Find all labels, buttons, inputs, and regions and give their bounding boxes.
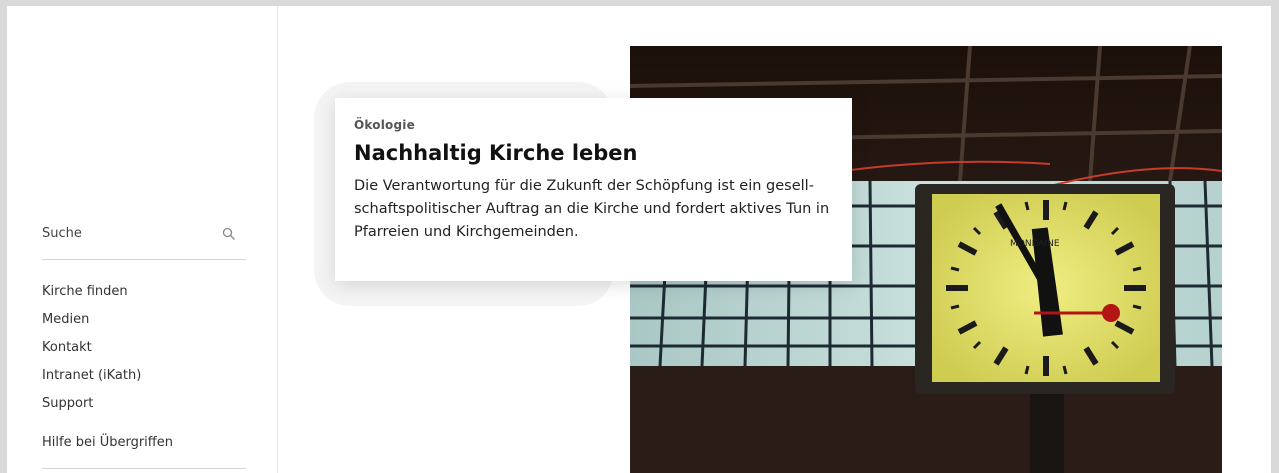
help-link[interactable]: Hilfe bei Übergriffen <box>42 435 173 450</box>
nav-item-kontakt[interactable]: Kontakt <box>42 337 141 365</box>
search-icon[interactable] <box>222 227 236 241</box>
sidebar-nav: Kirche finden Medien Kontakt Intranet (i… <box>42 281 141 421</box>
teaser-title[interactable]: Nachhaltig Kirche leben <box>354 139 833 167</box>
teaser-category: Ökologie <box>354 118 415 132</box>
nav-item-support[interactable]: Support <box>42 393 141 421</box>
clock-pole <box>1030 386 1064 473</box>
sidebar: Suche Kirche finden Medien Kontakt Intra… <box>7 6 278 473</box>
teaser-text: Die Verantwortung für die Zukunft der Sc… <box>354 178 830 240</box>
main-content: MONDAINE Ökologie Nachhaltig Kirche lebe… <box>278 6 1271 473</box>
nav-item-medien[interactable]: Medien <box>42 309 141 337</box>
search-field[interactable]: Suche <box>42 219 246 260</box>
search-placeholder: Suche <box>42 226 82 241</box>
nav-item-intranet[interactable]: Intranet (iKath) <box>42 365 141 393</box>
nav-item-kirche-finden[interactable]: Kirche finden <box>42 281 141 309</box>
page-frame: Suche Kirche finden Medien Kontakt Intra… <box>7 6 1271 473</box>
clock-brand-label: MONDAINE <box>1010 239 1060 249</box>
divider <box>42 468 246 469</box>
teaser-card[interactable]: Ökologie Nachhaltig Kirche leben Die Ver… <box>335 98 852 281</box>
